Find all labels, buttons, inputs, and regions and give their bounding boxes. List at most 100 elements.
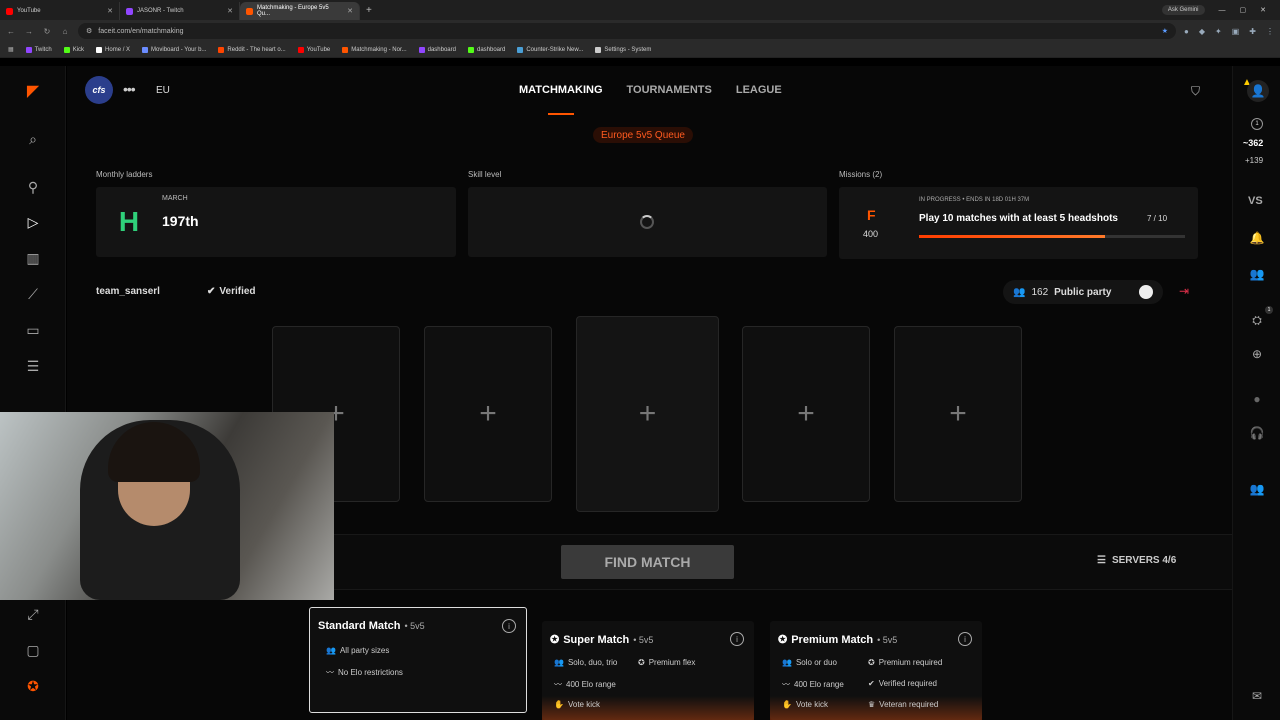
mode-premium[interactable]: ✪ Premium Match • 5v5 i 👥 Solo or duo ✪ Prem… [770, 621, 982, 720]
feature: ✔ Verified required [868, 679, 937, 688]
extension-icon[interactable]: ● [1184, 27, 1189, 36]
more-options-icon[interactable]: ••• [123, 81, 136, 97]
reload-icon[interactable]: ↻ [42, 27, 52, 36]
ladder-rank: 197th [162, 213, 199, 229]
site-info-icon[interactable]: ⚙ [86, 27, 92, 35]
premium-star-icon[interactable]: ✪ [22, 675, 44, 697]
browser-tab-matchmaking[interactable]: Matchmaking - Europe 5v5 Qu... ✕ [240, 2, 360, 20]
ask-gemini-button[interactable]: Ask Gemini [1161, 5, 1205, 15]
party-slot[interactable]: + [424, 326, 552, 502]
friends-icon[interactable]: 👥 [1247, 264, 1267, 284]
feature: ✪ Premium flex [638, 658, 696, 667]
bookmark[interactable]: dashboard [467, 46, 505, 53]
resize-icon[interactable]: ⤢ [22, 603, 44, 625]
maximize-icon[interactable]: ▢ [1240, 6, 1247, 14]
servers-button[interactable]: ☰ SERVERS 4/6 [1097, 555, 1176, 566]
skill-card[interactable] [468, 187, 827, 257]
extension-icon[interactable]: ✦ [1215, 27, 1222, 36]
bookmark[interactable]: dashboard [418, 46, 456, 53]
team-logo[interactable]: cfs [85, 76, 113, 104]
mission-progress-fill [919, 235, 1106, 238]
party-badge: 1 [1265, 306, 1273, 314]
stats-icon[interactable]: ⟋ [22, 283, 44, 305]
faceit-logo-icon[interactable]: ◤ [22, 80, 44, 102]
headset-icon[interactable]: 🎧 [1247, 423, 1267, 443]
leave-party-icon[interactable]: ⇥ [1179, 284, 1189, 298]
twitch-favicon-icon [126, 7, 133, 15]
bookmark[interactable]: YouTube [297, 46, 330, 53]
bookmark[interactable]: Twitch [25, 46, 52, 53]
public-party-toggle[interactable]: 👥 162 Public party [1003, 280, 1163, 304]
list-icon[interactable]: ☰ [22, 355, 44, 377]
info-icon[interactable]: i [502, 619, 516, 633]
feature: 👥 Solo or duo [782, 658, 837, 667]
party-slot[interactable]: + [742, 326, 870, 502]
team-name[interactable]: team_sanserl [96, 286, 160, 297]
forward-icon[interactable]: → [24, 27, 34, 36]
close-tab-icon[interactable]: ✕ [107, 7, 113, 15]
puzzle-icon[interactable]: ✚ [1249, 27, 1256, 36]
missions-card[interactable]: F 400 IN PROGRESS • ENDS IN 18D 01H 37M … [839, 187, 1198, 259]
party-slot[interactable]: + [894, 326, 1022, 502]
bookmark[interactable]: Matchmaking - Nor... [342, 46, 407, 53]
feature: ✪ Premium required [868, 658, 943, 667]
add-circle-icon[interactable]: ⊕ [1247, 344, 1267, 364]
bookmark-star-icon[interactable]: ★ [1162, 27, 1168, 35]
search-icon[interactable]: ⌕ [22, 128, 44, 150]
servers-icon: ☰ [1097, 555, 1106, 566]
browser-tab-twitch[interactable]: JASONR - Twitch ✕ [120, 2, 240, 20]
find-players-icon[interactable]: ⚲ [22, 176, 44, 198]
mode-standard[interactable]: Standard Match • 5v5 i 👥 All party sizes 〰… [309, 607, 527, 713]
vs-icon[interactable]: VS [1248, 195, 1263, 207]
tab-matchmaking[interactable]: MATCHMAKING [519, 84, 603, 96]
apps-icon[interactable]: ▦ [8, 46, 14, 53]
close-window-icon[interactable]: ✕ [1260, 6, 1266, 14]
tab-league[interactable]: LEAGUE [736, 84, 782, 96]
close-tab-icon[interactable]: ✕ [347, 7, 353, 15]
party-slot-self[interactable]: + [576, 316, 719, 512]
extension-icon[interactable]: ◆ [1199, 27, 1205, 36]
super-match-icon: ✪ [550, 634, 560, 646]
close-tab-icon[interactable]: ✕ [227, 7, 233, 15]
browser-tab-youtube[interactable]: YouTube ✕ [0, 2, 120, 20]
bookmark[interactable]: Settings - System [595, 46, 651, 53]
queue-selector[interactable]: Europe 5v5 Queue [593, 127, 693, 143]
shield-icon[interactable]: ⛉ [1191, 84, 1200, 99]
menu-dots-icon[interactable]: ⋮ [1266, 27, 1274, 36]
find-match-button[interactable]: FIND MATCH [561, 545, 734, 579]
toggle-knob[interactable] [1139, 285, 1153, 299]
bookmark[interactable]: Counter-Strike New... [517, 46, 583, 53]
play-icon[interactable]: ▷ [22, 211, 44, 233]
tab-tournaments[interactable]: TOURNAMENTS [627, 84, 712, 96]
elo-value: ~362 [1243, 138, 1264, 148]
video-icon[interactable]: ▭ [22, 319, 44, 341]
ladder-month: MARCH [162, 195, 188, 202]
back-icon[interactable]: ← [6, 27, 16, 36]
avatar[interactable]: 👤 [1247, 80, 1269, 102]
user-icon[interactable]: ● [1247, 389, 1267, 409]
bookmark[interactable]: Reddit - The heart o... [218, 46, 286, 53]
tab-title: Matchmaking - Europe 5v5 Qu... [256, 5, 329, 17]
bookmark[interactable]: Home / X [96, 46, 130, 53]
feature: ✋ Vote kick [554, 700, 600, 709]
info-icon[interactable]: i [730, 632, 744, 646]
info-icon[interactable]: i [958, 632, 972, 646]
feature: ♛ Veteran required [868, 700, 939, 709]
feature: 〰 400 Elo range [782, 680, 844, 689]
new-tab-icon[interactable]: + [366, 5, 372, 16]
leaderboard-icon[interactable]: ▥ [22, 247, 44, 269]
ladders-card[interactable]: H MARCH 197th [96, 187, 456, 257]
minimize-icon[interactable]: — [1219, 7, 1226, 14]
group-icon[interactable]: 👥 [1247, 479, 1267, 499]
mode-super[interactable]: ✪ Super Match • 5v5 i 👥 Solo, duo, trio ✪ Pr… [542, 621, 754, 720]
home-icon[interactable]: ⌂ [60, 27, 70, 36]
bookmark[interactable]: Kick [63, 46, 84, 53]
party-icon[interactable]: ⛭ [1247, 310, 1267, 330]
bookmark[interactable]: Moviboard - Your b... [142, 46, 206, 53]
extension-icon[interactable]: ▣ [1232, 27, 1240, 36]
chat-icon[interactable]: ✉ [1247, 686, 1267, 706]
shop-bag-icon[interactable]: ▢ [22, 639, 44, 661]
url-field[interactable]: ⚙ faceit.com/en/matchmaking ★ [78, 23, 1177, 39]
region-label[interactable]: EU [156, 85, 170, 96]
notifications-bell-icon[interactable]: 🔔 [1247, 228, 1267, 248]
